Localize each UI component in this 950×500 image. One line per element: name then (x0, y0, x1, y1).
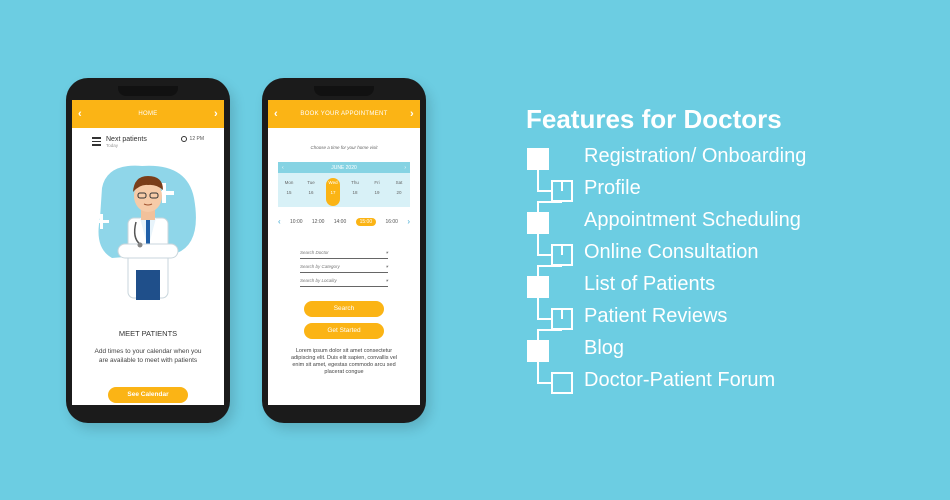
next-patients-label: Next patients (106, 136, 147, 143)
filled-box-icon (527, 340, 549, 362)
day-number: 18 (352, 190, 358, 195)
next-month-icon[interactable]: › (404, 165, 406, 171)
day-number: 20 (396, 190, 402, 195)
search-category-dropdown[interactable]: Search by Category ▾ (300, 264, 388, 273)
next-patients-sub: Today (106, 143, 119, 148)
feature-item: Blog (584, 337, 625, 359)
filled-box-icon (527, 276, 549, 298)
get-started-button[interactable]: Get Started (304, 323, 384, 339)
day-name: Wed (328, 180, 338, 185)
phone-home: ‹ HOME › Next patients Today 12 PM MEET … (66, 78, 230, 423)
filled-box-icon (527, 212, 549, 234)
feature-item: List of Patients (584, 273, 716, 295)
home-screen: ‹ HOME › Next patients Today 12 PM MEET … (72, 100, 224, 405)
calendar-day[interactable]: Thu 18 (348, 178, 362, 202)
time-slots: ‹ 10:00 12:00 14:00 15:00 16:00 › (278, 217, 410, 226)
next-patients-row: Next patients Today 12 PM (92, 136, 204, 148)
filled-box-icon (527, 148, 549, 170)
app-bar-title: BOOK YOUR APPOINTMENT (300, 111, 388, 117)
features-title: Features for Doctors (526, 104, 782, 134)
back-icon[interactable]: ‹ (78, 108, 82, 120)
meet-patients-title: MEET PATIENTS (118, 329, 178, 338)
menu-icon[interactable] (92, 137, 101, 148)
caret-icon: ▾ (385, 250, 388, 255)
outline-box-icon (551, 180, 573, 202)
app-bar: ‹ BOOK YOUR APPOINTMENT › (268, 100, 420, 128)
phone-booking: ‹ BOOK YOUR APPOINTMENT › Choose a time … (262, 78, 426, 423)
meet-patients-description: Add times to your calendar when you are … (94, 348, 202, 364)
calendar-day[interactable]: Mon 15 (282, 178, 296, 202)
time-slot[interactable]: 12:00 (312, 219, 325, 225)
day-name: Mon (284, 180, 294, 185)
feature-item: Online Consultation (584, 241, 759, 263)
time-slot[interactable]: 14:00 (334, 219, 347, 225)
feature-item: Doctor-Patient Forum (584, 369, 776, 391)
calendar-day[interactable]: Fri 19 (370, 178, 384, 202)
forward-icon[interactable]: › (410, 108, 414, 120)
calendar-month: JUNE 2020 (331, 164, 357, 171)
calendar-header: ‹ JUNE 2020 › (278, 162, 410, 173)
outline-box-icon (551, 308, 573, 330)
clock-icon (180, 136, 187, 142)
outline-box-icon (551, 244, 573, 266)
time-slot[interactable]: 16:00 (385, 219, 398, 225)
calendar-days: Mon 15 Tue 16 Wed 17 Thu 18 Fri 19 Sat 20 (278, 173, 410, 206)
outline-box-icon (551, 372, 573, 394)
day-name: Tue (307, 180, 315, 185)
dropdown-label: Search by Category (300, 264, 340, 269)
day-name: Thu (351, 180, 359, 185)
see-calendar-button[interactable]: See Calendar (108, 387, 188, 403)
dropdown-label: Search Doctor (300, 250, 329, 255)
day-name: Fri (374, 180, 380, 185)
next-time-icon[interactable]: › (407, 217, 410, 226)
time-label: 12 PM (189, 136, 204, 142)
day-number: 16 (308, 190, 314, 195)
visit-hint: Choose a time for your home visit (310, 145, 378, 150)
forward-icon[interactable]: › (214, 108, 218, 120)
date-picker: ‹ JUNE 2020 › Mon 15 Tue 16 Wed 17 Thu 18 Fri 19 S… (278, 162, 410, 207)
day-number: 15 (286, 190, 292, 195)
prev-time-icon[interactable]: ‹ (278, 217, 281, 226)
feature-item: Profile (584, 177, 641, 199)
time-display: 12 PM (180, 136, 204, 142)
time-slot[interactable]: 10:00 (290, 219, 303, 225)
day-number: 19 (374, 190, 380, 195)
doctor-illustration (94, 165, 196, 300)
feature-item: Appointment Scheduling (584, 209, 801, 231)
back-icon[interactable]: ‹ (274, 108, 278, 120)
search-locality-dropdown[interactable]: Search by Locality ▾ (300, 278, 388, 287)
app-bar-title: HOME (138, 111, 158, 117)
calendar-day[interactable]: Sat 20 (392, 178, 406, 202)
day-name: Sat (395, 180, 403, 185)
time-slot[interactable]: 15:00 (355, 217, 377, 226)
booking-screen: ‹ BOOK YOUR APPOINTMENT › Choose a time … (268, 100, 420, 405)
app-bar: ‹ HOME › (72, 100, 224, 128)
prev-month-icon[interactable]: ‹ (282, 165, 284, 171)
lorem-text: Lorem ipsum dolor sit amet consectetur a… (290, 348, 398, 375)
feature-item: Registration/ Onboarding (584, 145, 807, 167)
day-number: 17 (330, 190, 336, 195)
calendar-day[interactable]: Wed 17 (326, 178, 340, 206)
caret-icon: ▾ (385, 278, 388, 283)
calendar-day[interactable]: Tue 16 (304, 178, 318, 202)
search-doctor-dropdown[interactable]: Search Doctor ▾ (300, 250, 388, 259)
caret-icon: ▾ (385, 264, 388, 269)
feature-item: Patient Reviews (584, 305, 728, 327)
dropdown-label: Search by Locality (300, 278, 337, 283)
search-button[interactable]: Search (304, 301, 384, 317)
